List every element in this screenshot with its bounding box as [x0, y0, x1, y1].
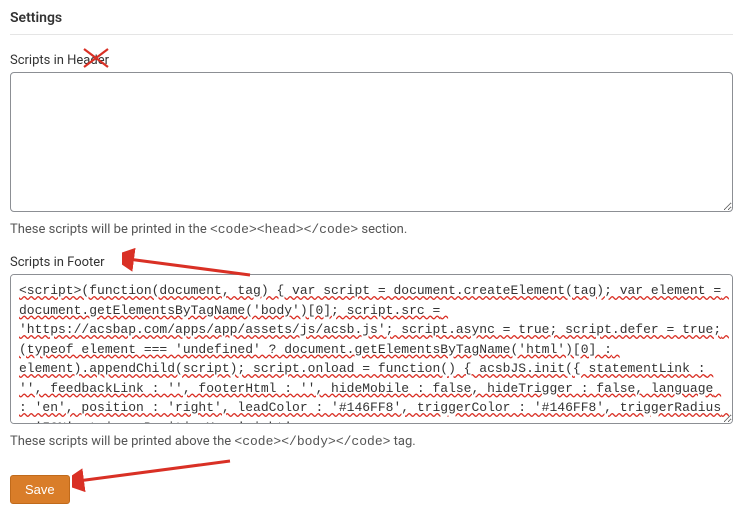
footer-helper-text: These scripts will be printed above the …	[10, 434, 733, 449]
footer-scripts-label-text: Scripts in Footer	[10, 255, 105, 270]
footer-helper-prefix: These scripts will be printed above the	[10, 434, 234, 449]
footer-helper-code: <code></body></code>	[234, 434, 390, 449]
header-helper-code: <code><head></code>	[210, 222, 358, 237]
header-scripts-label: Scripts in Header	[10, 53, 733, 68]
arrow-annotation-icon	[72, 451, 232, 497]
arrow-annotation-icon	[122, 235, 252, 277]
save-button[interactable]: Save	[10, 475, 70, 504]
header-scripts-group: Scripts in Header These scripts will be …	[10, 53, 733, 237]
footer-scripts-input[interactable]	[10, 274, 733, 424]
header-helper-text: These scripts will be printed in the <co…	[10, 222, 733, 237]
header-helper-suffix: section.	[358, 222, 407, 237]
footer-helper-suffix: tag.	[390, 434, 415, 449]
header-scripts-input[interactable]	[10, 72, 733, 212]
footer-scripts-group: Scripts in Footer These scripts will be …	[10, 255, 733, 449]
header-scripts-label-text: Scripts in Header	[10, 53, 109, 68]
header-helper-prefix: These scripts will be printed in the	[10, 222, 210, 237]
settings-heading: Settings	[10, 10, 733, 35]
footer-scripts-label: Scripts in Footer	[10, 255, 733, 270]
